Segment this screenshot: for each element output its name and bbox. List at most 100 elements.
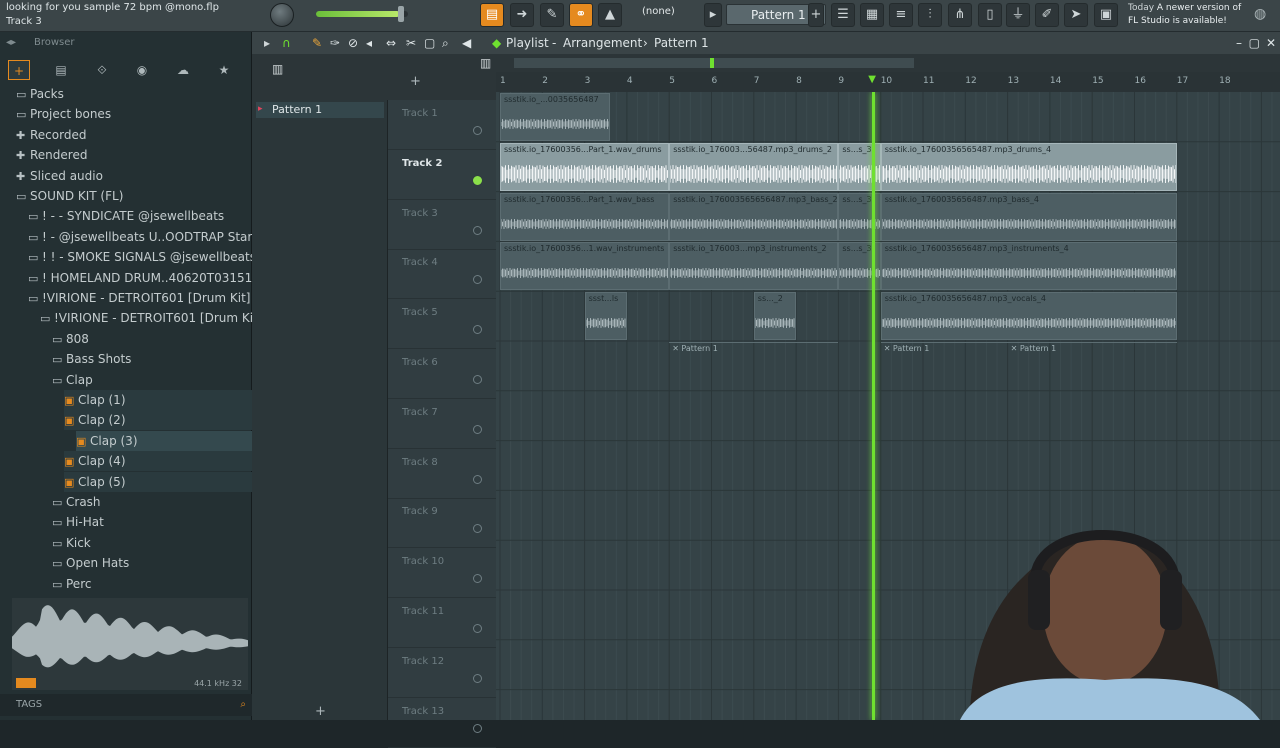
browser-item[interactable]: ▣ Clap (5)	[64, 471, 252, 492]
master-volume-slider[interactable]	[316, 6, 408, 22]
zoom-icon[interactable]: ⌕	[442, 32, 449, 54]
arrangement-name[interactable]: Arrangement	[563, 32, 642, 54]
browser-item[interactable]: ▭ Crash	[52, 492, 252, 512]
play-icon[interactable]: ▸	[264, 32, 270, 54]
speaker-icon[interactable]: ◀	[462, 32, 471, 54]
track-mute-button[interactable]	[473, 624, 482, 633]
browser-item[interactable]: ▭ 808	[52, 329, 252, 349]
audio-clip[interactable]: ssst...ls	[584, 292, 627, 341]
browser-item[interactable]: ▭ Packs	[16, 84, 252, 104]
play-preview-icon[interactable]	[16, 678, 36, 688]
brush-icon[interactable]: ✎	[540, 3, 564, 27]
track-mute-button[interactable]	[473, 424, 482, 434]
track-header[interactable]: Track 11	[388, 598, 496, 648]
audio-clip[interactable]: ssstik.io_17600356...1.wav_instruments	[500, 242, 670, 291]
track-mute-button[interactable]	[473, 175, 482, 185]
star-icon[interactable]: ★	[213, 60, 235, 80]
track-header[interactable]: Track 4	[388, 249, 496, 300]
pattern-clip[interactable]: ✕ Pattern 1	[880, 342, 1008, 390]
tags-bar[interactable]: TAGS ⌕	[0, 694, 252, 716]
track-header[interactable]: Track 10	[388, 548, 496, 599]
audio-clip[interactable]: ssstik.io_176003...56487.mp3_drums_2	[669, 142, 839, 191]
audio-clip[interactable]: ssstik.io_1760035656487.mp3_vocals_4	[880, 292, 1177, 341]
pattern-clip[interactable]: ✕ Pattern 1	[1007, 342, 1177, 390]
browser-item[interactable]: ▭ Perc	[52, 574, 252, 594]
browser-item[interactable]: ▭ Hi-Hat	[52, 512, 252, 532]
horizontal-scrollbar[interactable]	[514, 58, 914, 68]
pattern-clip[interactable]: ✕ Pattern 1	[669, 342, 839, 390]
browser-item[interactable]: ▭ Bass Shots	[52, 349, 252, 369]
slice-icon[interactable]: ✂	[406, 32, 416, 54]
snap-icon[interactable]: ▥	[480, 56, 491, 70]
maximize-icon[interactable]: ▢	[1249, 32, 1260, 54]
edit-icon[interactable]: ✐	[1035, 3, 1059, 27]
globe-icon[interactable]: ◍	[1254, 6, 1266, 22]
playhead-marker-icon[interactable]: ▼	[868, 74, 876, 85]
track-header[interactable]: Track 9	[388, 498, 496, 549]
sample-waveform-preview[interactable]: 44.1 kHz 32	[12, 598, 248, 690]
timeline-ruler[interactable]: 1 2 3 4 5 6 7 8 9 10 11 12 13 14 15 16 17 18 ▼	[496, 72, 1280, 92]
track-header[interactable]: Track 13	[388, 698, 496, 748]
news-panel[interactable]: Today A newer version of FL Studio is av…	[1128, 2, 1248, 28]
browser-item[interactable]: ▭ !VIRIONE - DETROIT601 [Drum Kit]	[28, 288, 252, 308]
search-icon[interactable]: ⌕	[240, 694, 246, 716]
browser-item[interactable]: ▭ !VIRIONE - DETROIT601 [Drum Kit]	[40, 308, 252, 328]
add-pattern-icon[interactable]: +	[808, 3, 824, 27]
browser-item[interactable]: ▭ Clap	[52, 370, 252, 390]
track-header[interactable]: Track 6	[388, 349, 496, 399]
track-header[interactable]: Track 12	[388, 648, 496, 698]
audio-clip[interactable]: ssstik.io_17600356...Part_1.wav_drums	[500, 142, 670, 191]
track-header[interactable]: Track 1	[388, 100, 496, 150]
track-mute-button[interactable]	[473, 524, 482, 534]
metronome-icon[interactable]: ▲	[598, 3, 622, 27]
audio-clip[interactable]: ssstik.io_17600356...Part_1.wav_bass	[500, 192, 670, 241]
pattern-list-item[interactable]: Pattern 1	[256, 102, 384, 118]
browser-item[interactable]: ▭! - - SYNDICATE @jsewellbeats	[28, 206, 252, 226]
routing-icon[interactable]: ⋔	[948, 3, 972, 27]
arrow-right-icon[interactable]: ➜	[510, 3, 534, 27]
track-mute-button[interactable]	[473, 723, 482, 733]
audio-clip[interactable]: ssstik.io_176003...mp3_instruments_2	[669, 242, 839, 291]
paint-icon[interactable]: ✑	[330, 32, 340, 54]
track-header[interactable]: Track 8	[388, 449, 496, 499]
browser-item[interactable]: ▭! - @jsewellbeats U..OODTRAP Starter Ki…	[28, 227, 252, 247]
link-icon[interactable]: ⚭	[569, 3, 593, 27]
track-mute-button[interactable]	[473, 375, 482, 384]
track-mute-button[interactable]	[473, 275, 482, 285]
playlist-window-icon[interactable]: ☰	[831, 3, 855, 27]
browser-item[interactable]: ▭ Open Hats	[52, 553, 252, 573]
master-pitch-knob[interactable]	[270, 3, 294, 27]
audio-clip[interactable]: ssstik.io_...0035656487	[500, 93, 610, 141]
browser-files-icon[interactable]: ▤	[50, 60, 72, 80]
magnet-icon[interactable]: ∩	[282, 32, 291, 54]
plugin-icon[interactable]: ⏚	[1006, 3, 1030, 27]
browser-item[interactable]: ▣ Clap (4)	[64, 451, 252, 472]
mixer-icon[interactable]: ⫶	[918, 3, 942, 27]
store-icon[interactable]: ▣	[1094, 3, 1118, 27]
browser-item[interactable]: ✚ Recorded	[16, 125, 252, 145]
mute-tool-icon[interactable]: ◂	[366, 32, 372, 54]
track-mute-button[interactable]	[473, 325, 482, 335]
cloud-icon[interactable]: ☁	[172, 60, 194, 80]
piano-icon[interactable]: ▥	[272, 62, 283, 76]
track-header[interactable]: Track 2	[388, 150, 496, 200]
audio-clip[interactable]: ssstik.io_1760035656487.mp3_instruments_…	[880, 242, 1177, 291]
track-mute-button[interactable]	[473, 126, 482, 135]
audio-clip[interactable]: ssstik.io_17600356565487.mp3_drums_4	[880, 142, 1177, 191]
add-pattern-list-icon[interactable]: +	[315, 704, 326, 719]
file-icon[interactable]: ▯	[978, 3, 1002, 27]
track-mute-button[interactable]	[473, 574, 482, 584]
pencil-icon[interactable]: ✎	[312, 32, 322, 54]
select-icon[interactable]: ▢	[424, 32, 435, 54]
browser-all-icon[interactable]: +	[8, 60, 30, 80]
browser-item[interactable]: ▣ Clap (1)	[64, 390, 252, 410]
browser-item[interactable]: ▭! HOMELAND DRUM..40620T031510Z-001	[28, 268, 252, 288]
browser-item[interactable]: ▣ Clap (2)	[64, 410, 252, 431]
add-track-icon[interactable]: +	[410, 74, 421, 89]
minimize-icon[interactable]: –	[1236, 32, 1242, 54]
track-header[interactable]: Track 5	[388, 299, 496, 350]
audio-clip[interactable]: ss..._2	[753, 292, 797, 341]
audio-clip[interactable]: ssstik.io_1760035656487.mp3_bass_4	[880, 192, 1177, 241]
slip-icon[interactable]: ⇔	[386, 32, 396, 54]
collapse-arrows-icon[interactable]: ◂▸	[6, 37, 16, 48]
